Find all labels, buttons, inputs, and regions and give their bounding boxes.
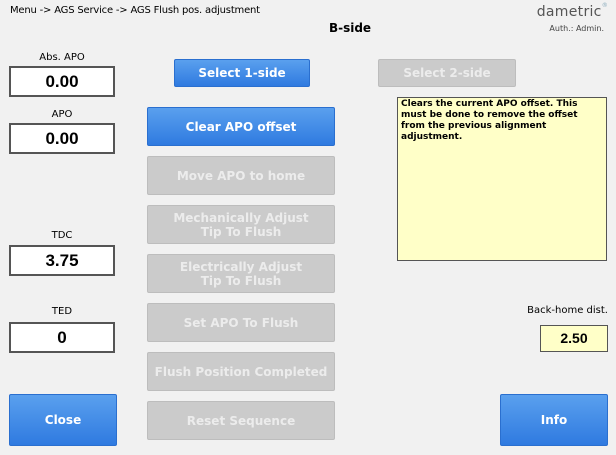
mechanically-adjust-button[interactable]: Mechanically Adjust Tip To Flush — [147, 205, 335, 244]
electrically-adjust-button[interactable]: Electrically Adjust Tip To Flush — [147, 254, 335, 293]
abs-apo-label: Abs. APO — [39, 52, 85, 63]
info-panel: Clears the current APO offset. This must… — [397, 97, 607, 261]
reset-sequence-button[interactable]: Reset Sequence — [147, 401, 335, 440]
ted-value: 0 — [9, 322, 115, 353]
tdc-label: TDC — [51, 230, 73, 241]
apo-label: APO — [51, 109, 73, 120]
breadcrumb: Menu -> AGS Service -> AGS Flush pos. ad… — [10, 5, 260, 16]
clear-apo-offset-button[interactable]: Clear APO offset — [147, 107, 335, 146]
tdc-value: 3.75 — [9, 245, 115, 276]
abs-apo-value: 0.00 — [9, 66, 115, 97]
ted-label: TED — [51, 306, 73, 317]
apo-value: 0.00 — [9, 123, 115, 154]
info-button[interactable]: Info — [500, 394, 608, 446]
set-apo-to-flush-button[interactable]: Set APO To Flush — [147, 303, 335, 342]
dametric-logo: dametric® — [536, 2, 608, 20]
back-home-label: Back-home dist. — [527, 305, 608, 316]
logo-text: dametric — [536, 4, 602, 20]
side-indicator: B-side — [328, 21, 372, 35]
auth-level: Auth.: Admin. — [549, 24, 604, 33]
select-1-side-button[interactable]: Select 1-side — [174, 59, 310, 87]
close-button[interactable]: Close — [9, 394, 117, 446]
logo-mark: ® — [601, 2, 608, 9]
move-apo-to-home-button[interactable]: Move APO to home — [147, 156, 335, 195]
back-home-value: 2.50 — [540, 325, 608, 352]
flush-position-completed-button[interactable]: Flush Position Completed — [147, 352, 335, 391]
select-2-side-button[interactable]: Select 2-side — [378, 59, 516, 87]
